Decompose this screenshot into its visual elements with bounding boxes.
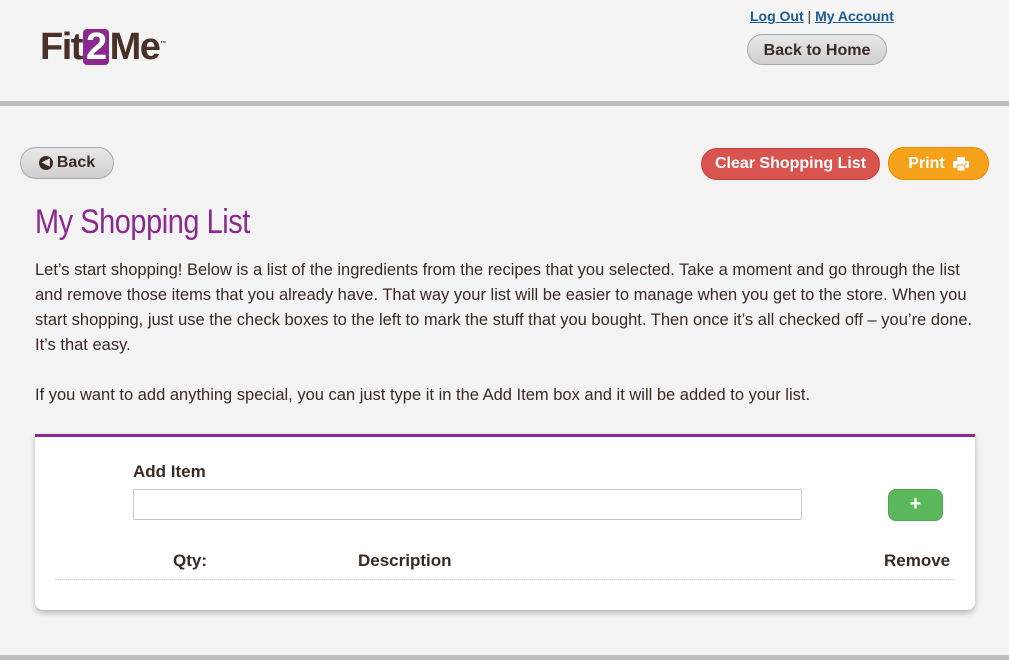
fit2me-logo[interactable]: Fit 2 Me ™	[40, 24, 166, 70]
my-account-link[interactable]: My Account	[815, 8, 894, 24]
add-item-label: Add Item	[133, 462, 206, 481]
logo-prefix: Fit	[40, 26, 83, 68]
intro-text: Let’s start shopping! Below is a list of…	[35, 258, 975, 433]
site-header: Fit 2 Me ™ Log Out | My Account Back to Hom…	[0, 0, 1009, 106]
logo-suffix: Me	[109, 26, 161, 68]
intro-paragraph: Let’s start shopping! Below is a list of…	[35, 261, 973, 354]
page-title: My Shopping List	[35, 203, 250, 241]
add-item-input[interactable]	[133, 489, 802, 520]
printer-icon	[952, 156, 969, 171]
logout-link[interactable]: Log Out	[750, 8, 804, 24]
print-button-label: Print	[908, 154, 945, 172]
shopping-list-card: Add Item + Qty: Description Remove	[35, 434, 975, 610]
print-button[interactable]: Print	[888, 147, 989, 180]
table-divider	[55, 579, 955, 580]
back-button-label: Back	[56, 154, 96, 171]
account-links: Log Out | My Account	[750, 8, 894, 24]
arrow-circle-left-icon: ◀	[38, 156, 53, 170]
column-header-qty: Qty:	[173, 551, 207, 570]
link-separator: |	[807, 8, 812, 24]
column-header-description: Description	[358, 551, 452, 570]
footer-divider	[0, 655, 1009, 660]
logo-trademark: ™	[160, 41, 167, 47]
clear-shopping-list-button[interactable]: Clear Shopping List	[701, 148, 880, 180]
back-button[interactable]: ◀ Back	[20, 147, 114, 179]
column-header-remove: Remove	[884, 551, 951, 570]
logo-two: 2	[82, 28, 109, 66]
intro-paragraph: If you want to add anything special, you…	[35, 386, 811, 404]
back-to-home-button[interactable]: Back to Home	[747, 34, 887, 65]
add-item-button[interactable]: +	[888, 489, 943, 521]
